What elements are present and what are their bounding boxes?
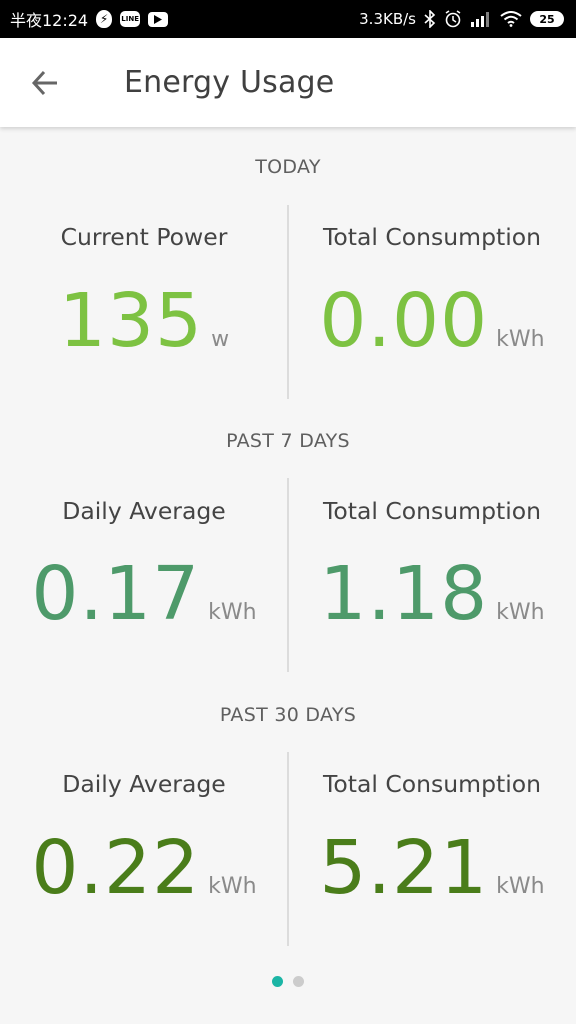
metric-unit: w xyxy=(211,327,230,352)
line-app-icon: LINE xyxy=(120,11,141,27)
back-button[interactable] xyxy=(26,64,64,102)
bluetooth-icon xyxy=(424,10,436,28)
battery-level: 25 xyxy=(539,12,555,26)
wifi-icon xyxy=(500,11,522,27)
status-bar-left: 半夜12:24 ⚡ LINE xyxy=(10,7,169,31)
section-label-past-30-days: PAST 30 DAYS xyxy=(219,704,357,726)
clock: 半夜12:24 xyxy=(10,11,89,30)
metric-label-total-consumption: Total Consumption xyxy=(323,770,541,798)
metric-total-consumption-7d: 1.18 kWh xyxy=(288,551,576,637)
network-speed: 3.3KB/s xyxy=(359,10,416,28)
section-label-past-7-days: PAST 7 DAYS xyxy=(226,430,350,452)
metric-daily-average-7d: 0.17 kWh xyxy=(0,551,288,637)
page-title: Energy Usage xyxy=(124,65,335,100)
metric-label-total-consumption: Total Consumption xyxy=(323,497,541,525)
section-label-today: TODAY xyxy=(255,156,321,178)
metric-current-power: 135 w xyxy=(0,278,288,364)
metric-daily-average-30d: 0.22 kWh xyxy=(0,825,288,911)
app-bar: Energy Usage xyxy=(0,38,576,127)
bolt-icon: ⚡ xyxy=(96,10,113,28)
metric-number: 0.22 xyxy=(31,825,201,911)
metric-label-daily-average: Daily Average xyxy=(62,497,226,525)
metric-number: 5.21 xyxy=(319,825,489,911)
youtube-icon xyxy=(148,11,169,27)
battery-icon: 25 xyxy=(530,11,564,27)
metric-number: 0.17 xyxy=(31,551,201,637)
status-bar-right: 3.3KB/s 25 xyxy=(359,10,564,28)
metric-unit: kWh xyxy=(208,874,257,899)
status-bar: 半夜12:24 ⚡ LINE 3.3KB/s 25 xyxy=(0,0,576,38)
signal-icon xyxy=(470,11,492,27)
metric-total-consumption-today: 0.00 kWh xyxy=(288,278,576,364)
metric-unit: kWh xyxy=(496,600,545,625)
page-dot-inactive[interactable] xyxy=(293,976,304,987)
page-indicator xyxy=(0,976,576,987)
arrow-left-icon xyxy=(31,70,57,96)
metric-unit: kWh xyxy=(496,874,545,899)
metric-number: 0.00 xyxy=(319,278,489,364)
metric-number: 135 xyxy=(58,278,204,364)
metric-label-daily-average: Daily Average xyxy=(62,770,226,798)
metric-total-consumption-30d: 5.21 kWh xyxy=(288,825,576,911)
metric-label-current-power: Current Power xyxy=(60,223,228,251)
metric-unit: kWh xyxy=(208,600,257,625)
metric-unit: kWh xyxy=(496,327,545,352)
metric-number: 1.18 xyxy=(319,551,489,637)
metric-label-total-consumption: Total Consumption xyxy=(323,223,541,251)
alarm-icon xyxy=(444,10,462,28)
page-dot-active[interactable] xyxy=(272,976,283,987)
